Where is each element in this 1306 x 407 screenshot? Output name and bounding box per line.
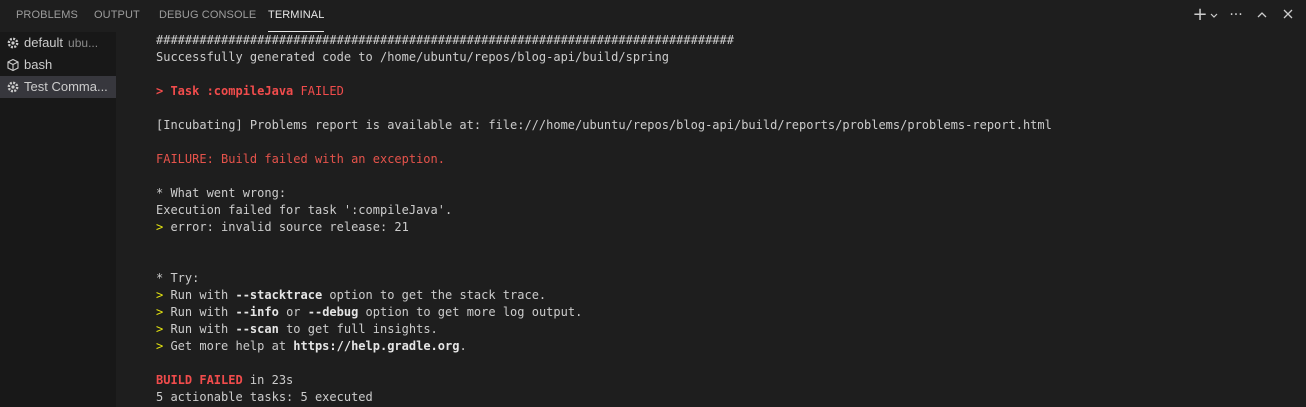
terminal-line: * What went wrong: bbox=[156, 186, 287, 200]
terminal-line: Execution failed for task ':compileJava'… bbox=[156, 203, 453, 217]
terminal-tab-label: default bbox=[24, 35, 64, 50]
terminal-line: 5 actionable tasks: 5 executed bbox=[156, 390, 373, 404]
terminal-tab-bash[interactable]: bash bbox=[0, 54, 116, 76]
plus-icon[interactable]: + bbox=[1190, 4, 1210, 26]
terminal-tab-description: ubu... bbox=[68, 36, 99, 50]
terminal-tabs-list: default ubu... bash Test Comma... bbox=[0, 32, 116, 407]
help-link[interactable]: https://help.gradle.org bbox=[293, 339, 459, 353]
chevron-up-icon[interactable] bbox=[1252, 4, 1272, 26]
chevron-down-icon[interactable] bbox=[1208, 4, 1220, 26]
terminal-line: > Run with --info or --debug option to g… bbox=[156, 305, 583, 319]
tools-icon bbox=[7, 81, 19, 93]
cube-icon bbox=[7, 58, 19, 72]
panel-tab-bar: PROBLEMS OUTPUT DEBUG CONSOLE TERMINAL +… bbox=[0, 0, 1306, 32]
tab-problems[interactable]: PROBLEMS bbox=[16, 0, 78, 31]
terminal-tab-label: bash bbox=[24, 57, 53, 72]
terminal-line: Successfully generated code to /home/ubu… bbox=[156, 50, 669, 64]
terminal-line: BUILD FAILED in 23s bbox=[156, 373, 294, 387]
terminal-tab-label: Test Comma... bbox=[24, 79, 108, 94]
terminal-output[interactable]: ########################################… bbox=[116, 32, 1306, 407]
terminal-tab-test-command[interactable]: Test Comma... bbox=[0, 76, 116, 98]
terminal-line: > Run with --stacktrace option to get th… bbox=[156, 288, 547, 302]
terminal-line: * Try: bbox=[156, 271, 200, 285]
tools-icon bbox=[7, 37, 19, 49]
more-icon[interactable]: ··· bbox=[1226, 4, 1246, 26]
terminal-line: [Incubating] Problems report is availabl… bbox=[156, 118, 1052, 132]
tab-output[interactable]: OUTPUT bbox=[94, 0, 140, 31]
terminal-line: FAILURE: Build failed with an exception. bbox=[156, 152, 445, 166]
close-icon[interactable] bbox=[1278, 4, 1298, 26]
terminal-line: > error: invalid source release: 21 bbox=[156, 220, 409, 234]
tab-terminal[interactable]: TERMINAL bbox=[268, 0, 325, 32]
tab-debug-console[interactable]: DEBUG CONSOLE bbox=[159, 0, 256, 31]
terminal-line: > Get more help at https://help.gradle.o… bbox=[156, 339, 467, 353]
terminal-tab-default[interactable]: default ubu... bbox=[0, 32, 116, 54]
terminal-line: > Run with --scan to get full insights. bbox=[156, 322, 438, 336]
terminal-line: ########################################… bbox=[156, 33, 734, 47]
terminal-line: > Task :compileJava FAILED bbox=[156, 84, 344, 98]
